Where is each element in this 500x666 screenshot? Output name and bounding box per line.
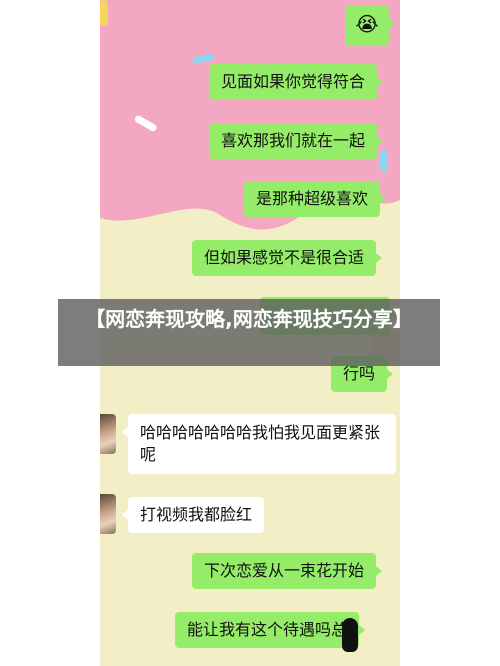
message-bubble-sent[interactable]: 是那种超级喜欢 [244, 181, 387, 217]
message-text: 哈哈哈哈哈哈哈我怕我见面更紧张呢 [140, 423, 381, 464]
contact-avatar[interactable] [100, 414, 116, 454]
article-title-banner: 【网恋奔现攻略,网恋奔现技巧分享】 [58, 299, 440, 366]
message-bubble-sent[interactable]: 喜欢那我们就在一起 [209, 123, 384, 159]
message-text: 见面如果你觉得符合 [221, 72, 366, 91]
crying-emoji-icon: 😭 [355, 12, 379, 36]
message-bubble-received[interactable]: 哈哈哈哈哈哈哈我怕我见面更紧张呢 [122, 414, 396, 474]
message-bubble-sent[interactable]: 下次恋爱从一束花开始 [192, 553, 383, 589]
banner-title: 【网恋奔现攻略,网恋奔现技巧分享】 [85, 307, 413, 331]
message-text: 能让我有这个待遇吗总 [187, 620, 348, 639]
message-text: 但如果感觉不是很合适 [204, 248, 365, 267]
message-bubble-received[interactable]: 打视频我都脸红 [121, 497, 265, 533]
message-text: 是那种超级喜欢 [256, 189, 369, 208]
message-text: 行吗 [343, 364, 376, 383]
message-bubble-sent[interactable]: 但如果感觉不是很合适 [192, 240, 383, 276]
message-text: 打视频我都脸红 [140, 505, 253, 524]
message-text: 下次恋爱从一束花开始 [204, 561, 365, 580]
message-bubble-sent[interactable]: 见面如果你觉得符合 [209, 64, 384, 100]
emoji-message-bubble[interactable]: 😭 [345, 6, 395, 46]
message-bubble-sent[interactable]: 能让我有这个待遇吗总 [175, 612, 366, 648]
pointer-cursor-icon [342, 618, 358, 652]
contact-avatar[interactable] [100, 494, 116, 534]
message-text: 喜欢那我们就在一起 [221, 131, 366, 150]
